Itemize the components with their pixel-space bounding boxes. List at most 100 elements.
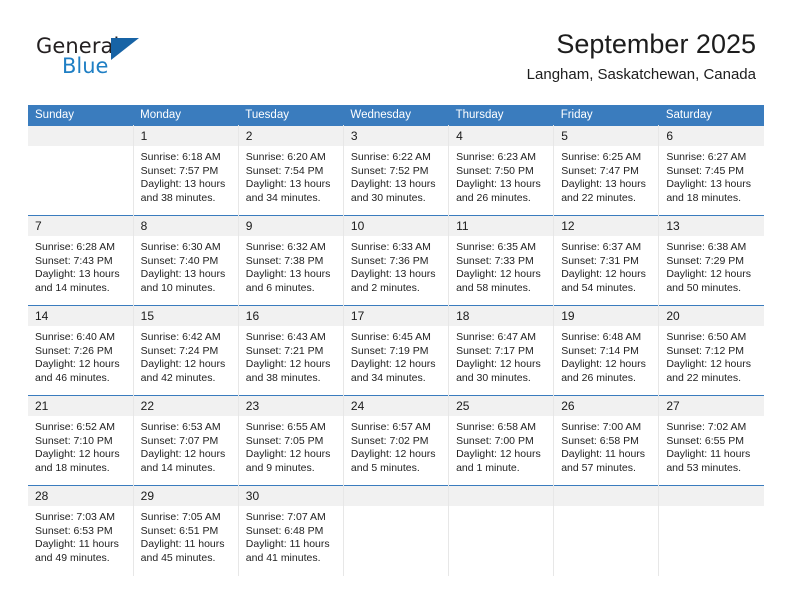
daylight-text: Daylight: 12 hours and 9 minutes. bbox=[245, 448, 331, 474]
daylight-text: Daylight: 13 hours and 22 minutes. bbox=[561, 178, 646, 204]
day-details: Sunrise: 6:50 AM Sunset: 7:12 PM Daylight:… bbox=[659, 326, 764, 385]
calendar-day-cell[interactable]: 13 Sunrise: 6:38 AM Sunset: 7:29 PM Dayligh… bbox=[658, 215, 764, 306]
sunset-text: Sunset: 7:36 PM bbox=[350, 254, 429, 267]
day-details: Sunrise: 6:28 AM Sunset: 7:43 PM Daylight:… bbox=[28, 236, 133, 295]
day-details: Sunrise: 6:43 AM Sunset: 7:21 PM Daylight:… bbox=[239, 326, 343, 385]
calendar-day-cell[interactable]: 8 Sunrise: 6:30 AM Sunset: 7:40 PM Daylight… bbox=[133, 215, 239, 306]
calendar-day-cell[interactable]: 27 Sunrise: 7:02 AM Sunset: 6:55 PM Dayligh… bbox=[658, 395, 764, 486]
day-number bbox=[659, 486, 764, 506]
day-number: 2 bbox=[238, 126, 343, 146]
daylight-text: Daylight: 11 hours and 53 minutes. bbox=[666, 448, 751, 474]
sunrise-text: Sunrise: 6:25 AM bbox=[561, 151, 642, 163]
sunset-text: Sunset: 7:05 PM bbox=[245, 434, 324, 447]
day-details: Sunrise: 6:22 AM Sunset: 7:52 PM Daylight:… bbox=[344, 146, 448, 205]
day-details: Sunrise: 6:23 AM Sunset: 7:50 PM Daylight:… bbox=[449, 146, 553, 205]
triangle-icon bbox=[111, 38, 139, 60]
calendar-day-cell[interactable]: 9 Sunrise: 6:32 AM Sunset: 7:38 PM Daylight… bbox=[238, 215, 344, 306]
day-details: Sunrise: 6:25 AM Sunset: 7:47 PM Daylight:… bbox=[554, 146, 658, 205]
day-number: 25 bbox=[449, 396, 554, 416]
calendar-day-cell[interactable]: 1 Sunrise: 6:18 AM Sunset: 7:57 PM Daylight… bbox=[133, 125, 239, 216]
sunrise-text: Sunrise: 6:58 AM bbox=[456, 421, 537, 433]
day-number: 22 bbox=[133, 396, 238, 416]
calendar-day-cell[interactable]: 21 Sunrise: 6:52 AM Sunset: 7:10 PM Dayligh… bbox=[28, 395, 134, 486]
day-details: Sunrise: 6:42 AM Sunset: 7:24 PM Daylight:… bbox=[134, 326, 238, 385]
sunrise-text: Sunrise: 7:07 AM bbox=[245, 511, 326, 523]
day-number: 19 bbox=[554, 306, 659, 326]
calendar-day-cell[interactable]: 18 Sunrise: 6:47 AM Sunset: 7:17 PM Dayligh… bbox=[448, 305, 555, 396]
daylight-text: Daylight: 13 hours and 30 minutes. bbox=[350, 178, 436, 204]
day-details: Sunrise: 7:03 AM Sunset: 6:53 PM Daylight:… bbox=[28, 506, 133, 565]
sunrise-text: Sunrise: 6:42 AM bbox=[140, 331, 221, 343]
day-details: Sunrise: 6:47 AM Sunset: 7:17 PM Daylight:… bbox=[449, 326, 553, 385]
day-details: Sunrise: 6:20 AM Sunset: 7:54 PM Daylight:… bbox=[239, 146, 343, 205]
sunset-text: Sunset: 7:26 PM bbox=[35, 344, 113, 357]
day-number: 13 bbox=[659, 216, 764, 236]
sunset-text: Sunset: 7:54 PM bbox=[245, 164, 324, 177]
day-number: 18 bbox=[449, 306, 554, 326]
daylight-text: Daylight: 13 hours and 38 minutes. bbox=[140, 178, 226, 204]
calendar-day-cell[interactable]: 10 Sunrise: 6:33 AM Sunset: 7:36 PM Dayligh… bbox=[343, 215, 450, 306]
calendar-day-cell[interactable]: 23 Sunrise: 6:55 AM Sunset: 7:05 PM Dayligh… bbox=[238, 395, 344, 486]
calendar-page: General Blue September 2025 Langham, Sas… bbox=[0, 0, 792, 612]
calendar-day-cell[interactable]: 2 Sunrise: 6:20 AM Sunset: 7:54 PM Daylight… bbox=[238, 125, 344, 216]
sunset-text: Sunset: 7:40 PM bbox=[140, 254, 219, 267]
calendar-day-cell-empty bbox=[448, 485, 555, 576]
day-number: 16 bbox=[238, 306, 343, 326]
calendar-day-cell[interactable]: 28 Sunrise: 7:03 AM Sunset: 6:53 PM Dayligh… bbox=[28, 485, 134, 576]
calendar-day-cell[interactable]: 16 Sunrise: 6:43 AM Sunset: 7:21 PM Dayligh… bbox=[238, 305, 344, 396]
calendar-week-row: 14 Sunrise: 6:40 AM Sunset: 7:26 PM Dayligh… bbox=[28, 305, 764, 396]
day-number: 28 bbox=[28, 486, 133, 506]
sunrise-text: Sunrise: 6:18 AM bbox=[140, 151, 221, 163]
sunrise-text: Sunrise: 6:55 AM bbox=[245, 421, 326, 433]
calendar-day-cell[interactable]: 15 Sunrise: 6:42 AM Sunset: 7:24 PM Dayligh… bbox=[133, 305, 239, 396]
daylight-text: Daylight: 12 hours and 38 minutes. bbox=[245, 358, 331, 384]
calendar-day-cell[interactable]: 25 Sunrise: 6:58 AM Sunset: 7:00 PM Dayligh… bbox=[448, 395, 555, 486]
daylight-text: Daylight: 12 hours and 58 minutes. bbox=[456, 268, 541, 294]
weekday-header-row: Sunday Monday Tuesday Wednesday Thursday… bbox=[28, 105, 764, 126]
daylight-text: Daylight: 11 hours and 41 minutes. bbox=[245, 538, 330, 564]
day-details: Sunrise: 6:30 AM Sunset: 7:40 PM Daylight:… bbox=[134, 236, 238, 295]
day-details: Sunrise: 7:05 AM Sunset: 6:51 PM Daylight:… bbox=[134, 506, 238, 565]
calendar-day-cell[interactable]: 3 Sunrise: 6:22 AM Sunset: 7:52 PM Daylight… bbox=[343, 125, 450, 216]
calendar-day-cell[interactable]: 14 Sunrise: 6:40 AM Sunset: 7:26 PM Dayligh… bbox=[28, 305, 134, 396]
daylight-text: Daylight: 12 hours and 22 minutes. bbox=[666, 358, 751, 384]
calendar-day-cell[interactable]: 24 Sunrise: 6:57 AM Sunset: 7:02 PM Dayligh… bbox=[343, 395, 450, 486]
calendar-day-cell[interactable]: 7 Sunrise: 6:28 AM Sunset: 7:43 PM Daylight… bbox=[28, 215, 134, 306]
sunset-text: Sunset: 7:21 PM bbox=[245, 344, 324, 357]
daylight-text: Daylight: 13 hours and 14 minutes. bbox=[35, 268, 120, 294]
sunset-text: Sunset: 7:38 PM bbox=[245, 254, 324, 267]
daylight-text: Daylight: 12 hours and 50 minutes. bbox=[666, 268, 751, 294]
calendar-day-cell[interactable]: 29 Sunrise: 7:05 AM Sunset: 6:51 PM Dayligh… bbox=[133, 485, 239, 576]
sunrise-text: Sunrise: 6:43 AM bbox=[245, 331, 326, 343]
daylight-text: Daylight: 12 hours and 1 minute. bbox=[456, 448, 541, 474]
sunrise-text: Sunrise: 6:20 AM bbox=[245, 151, 326, 163]
daylight-text: Daylight: 12 hours and 46 minutes. bbox=[35, 358, 120, 384]
day-number bbox=[343, 486, 449, 506]
sunrise-text: Sunrise: 6:32 AM bbox=[245, 241, 326, 253]
daylight-text: Daylight: 12 hours and 42 minutes. bbox=[140, 358, 226, 384]
calendar-day-cell[interactable]: 12 Sunrise: 6:37 AM Sunset: 7:31 PM Dayligh… bbox=[553, 215, 660, 306]
calendar-day-cell[interactable]: 30 Sunrise: 7:07 AM Sunset: 6:48 PM Dayligh… bbox=[238, 485, 344, 576]
day-details: Sunrise: 6:53 AM Sunset: 7:07 PM Daylight:… bbox=[134, 416, 238, 475]
calendar-day-cell[interactable]: 19 Sunrise: 6:48 AM Sunset: 7:14 PM Dayligh… bbox=[553, 305, 660, 396]
calendar-body: 1 Sunrise: 6:18 AM Sunset: 7:57 PM Daylight… bbox=[28, 125, 764, 576]
calendar-day-cell[interactable]: 4 Sunrise: 6:23 AM Sunset: 7:50 PM Daylight… bbox=[448, 125, 555, 216]
sunset-text: Sunset: 7:57 PM bbox=[140, 164, 219, 177]
calendar-day-cell[interactable]: 22 Sunrise: 6:53 AM Sunset: 7:07 PM Dayligh… bbox=[133, 395, 239, 486]
daylight-text: Daylight: 13 hours and 34 minutes. bbox=[245, 178, 331, 204]
weekday-header-saturday: Saturday bbox=[658, 105, 764, 126]
calendar-day-cell[interactable]: 6 Sunrise: 6:27 AM Sunset: 7:45 PM Daylight… bbox=[658, 125, 764, 216]
calendar-day-cell[interactable]: 17 Sunrise: 6:45 AM Sunset: 7:19 PM Dayligh… bbox=[343, 305, 450, 396]
day-number: 1 bbox=[133, 126, 238, 146]
sunset-text: Sunset: 7:24 PM bbox=[140, 344, 219, 357]
day-details: Sunrise: 6:52 AM Sunset: 7:10 PM Daylight:… bbox=[28, 416, 133, 475]
weekday-header-tuesday: Tuesday bbox=[238, 105, 344, 126]
general-blue-logo[interactable]: General Blue bbox=[36, 34, 216, 86]
calendar-day-cell[interactable]: 26 Sunrise: 7:00 AM Sunset: 6:58 PM Dayligh… bbox=[553, 395, 660, 486]
calendar-day-cell[interactable]: 5 Sunrise: 6:25 AM Sunset: 7:47 PM Daylight… bbox=[553, 125, 660, 216]
sunrise-text: Sunrise: 6:37 AM bbox=[561, 241, 642, 253]
daylight-text: Daylight: 13 hours and 6 minutes. bbox=[245, 268, 331, 294]
calendar-day-cell[interactable]: 11 Sunrise: 6:35 AM Sunset: 7:33 PM Dayligh… bbox=[448, 215, 555, 306]
sunrise-text: Sunrise: 7:03 AM bbox=[35, 511, 115, 523]
calendar-day-cell[interactable]: 20 Sunrise: 6:50 AM Sunset: 7:12 PM Dayligh… bbox=[658, 305, 764, 396]
